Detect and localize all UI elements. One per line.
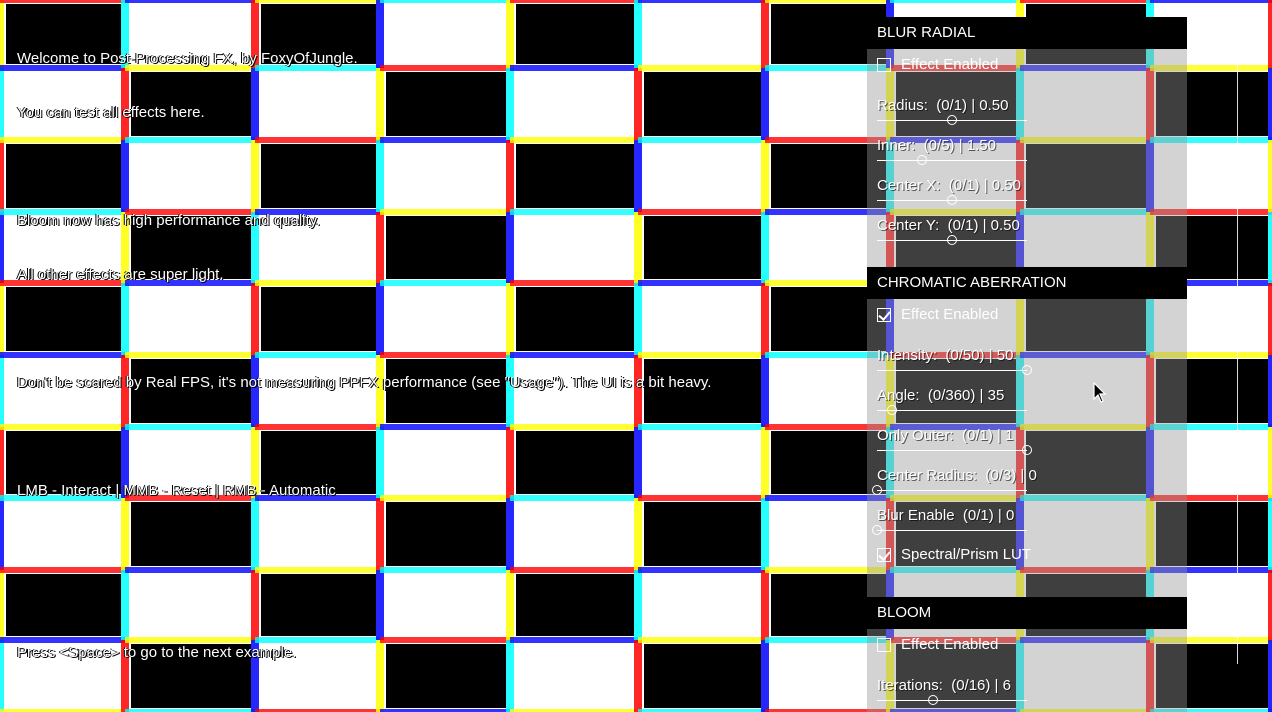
blur-radial-header: BLUR RADIAL bbox=[867, 17, 1187, 49]
center-x-label: Center X: (0/1) | 0.50 bbox=[877, 177, 1021, 194]
mouse-cursor-icon bbox=[1093, 382, 1107, 403]
chromatic-aberration-body: Effect Enabled Intensity: (0/50) | 50 An… bbox=[867, 299, 1187, 597]
chromatic-aberration-enabled-label: Effect Enabled bbox=[901, 306, 999, 323]
slider-knob[interactable] bbox=[1022, 445, 1032, 455]
intro-line: Bloom now has high performance and quali… bbox=[17, 212, 321, 229]
blur-enable-slider[interactable] bbox=[872, 525, 1027, 535]
spectral-lut-checkbox[interactable] bbox=[877, 548, 891, 562]
center-y-slider[interactable] bbox=[877, 235, 1027, 245]
inner-label: Inner: (0/5) | 1.50 bbox=[877, 137, 996, 154]
radius-slider[interactable] bbox=[877, 115, 1027, 125]
blur-enable-label: Blur Enable (0/1) | 0 bbox=[877, 507, 1015, 524]
slider-knob[interactable] bbox=[947, 115, 957, 125]
chromatic-aberration-enabled-checkbox[interactable] bbox=[877, 308, 891, 322]
center-radius-label: Center Radius: (0/3) | 0 bbox=[877, 467, 1037, 484]
blur-radial-enabled-label: Effect Enabled bbox=[901, 56, 999, 73]
intro-line: You can test all effects here. bbox=[17, 104, 205, 121]
slider-knob[interactable] bbox=[1022, 365, 1032, 375]
bloom-body: Effect Enabled Iterations: (0/16) | 6 bbox=[867, 629, 1187, 712]
intensity-slider[interactable] bbox=[877, 365, 1032, 375]
only-outer-slider[interactable] bbox=[877, 445, 1032, 455]
intro-line: Welcome to Post-Processing FX, by FoxyOf… bbox=[17, 50, 358, 67]
chromatic-aberration-header: CHROMATIC ABERRATION bbox=[867, 267, 1187, 299]
settings-panel: BLUR RADIAL Effect Enabled Radius: (0/1)… bbox=[867, 17, 1187, 712]
blur-radial-body: Effect Enabled Radius: (0/1) | 0.50 Inne… bbox=[867, 49, 1187, 267]
bloom-header: BLOOM bbox=[867, 597, 1187, 629]
iterations-slider[interactable] bbox=[877, 695, 1027, 705]
slider-knob[interactable] bbox=[872, 525, 882, 535]
inner-slider[interactable] bbox=[877, 155, 1027, 165]
center-x-slider[interactable] bbox=[877, 195, 1027, 205]
slider-knob[interactable] bbox=[917, 155, 927, 165]
center-radius-slider[interactable] bbox=[872, 485, 1027, 495]
intensity-label: Intensity: (0/50) | 50 bbox=[877, 347, 1014, 364]
angle-slider[interactable] bbox=[877, 405, 1027, 415]
controls-hint: LMB - Interact | MMB - Reset | RMB - Aut… bbox=[17, 482, 336, 499]
slider-knob[interactable] bbox=[928, 695, 939, 705]
slider-knob[interactable] bbox=[886, 405, 897, 415]
blur-radial-enabled-checkbox[interactable] bbox=[877, 58, 891, 72]
intro-text: Welcome to Post-Processing FX, by FoxyOf… bbox=[17, 14, 711, 680]
center-y-label: Center Y: (0/1) | 0.50 bbox=[877, 217, 1020, 234]
iterations-label: Iterations: (0/16) | 6 bbox=[877, 677, 1011, 694]
spectral-lut-label: Spectral/Prism LUT bbox=[901, 546, 1032, 563]
bloom-enabled-checkbox[interactable] bbox=[877, 638, 891, 652]
intro-line: Don't be scared by Real FPS, it's not me… bbox=[17, 374, 712, 391]
panel-scrollbar[interactable] bbox=[1237, 44, 1238, 664]
next-example-hint: Press <Space> to go to the next example. bbox=[17, 644, 297, 661]
slider-knob[interactable] bbox=[947, 195, 957, 205]
bloom-enabled-label: Effect Enabled bbox=[901, 636, 999, 653]
angle-label: Angle: (0/360) | 35 bbox=[877, 387, 1005, 404]
slider-knob[interactable] bbox=[947, 235, 957, 245]
intro-line: All other effects are super light. bbox=[17, 266, 224, 283]
only-outer-label: Only Outer: (0/1) | 1 bbox=[877, 427, 1014, 444]
radius-label: Radius: (0/1) | 0.50 bbox=[877, 97, 1009, 114]
slider-knob[interactable] bbox=[872, 485, 882, 495]
